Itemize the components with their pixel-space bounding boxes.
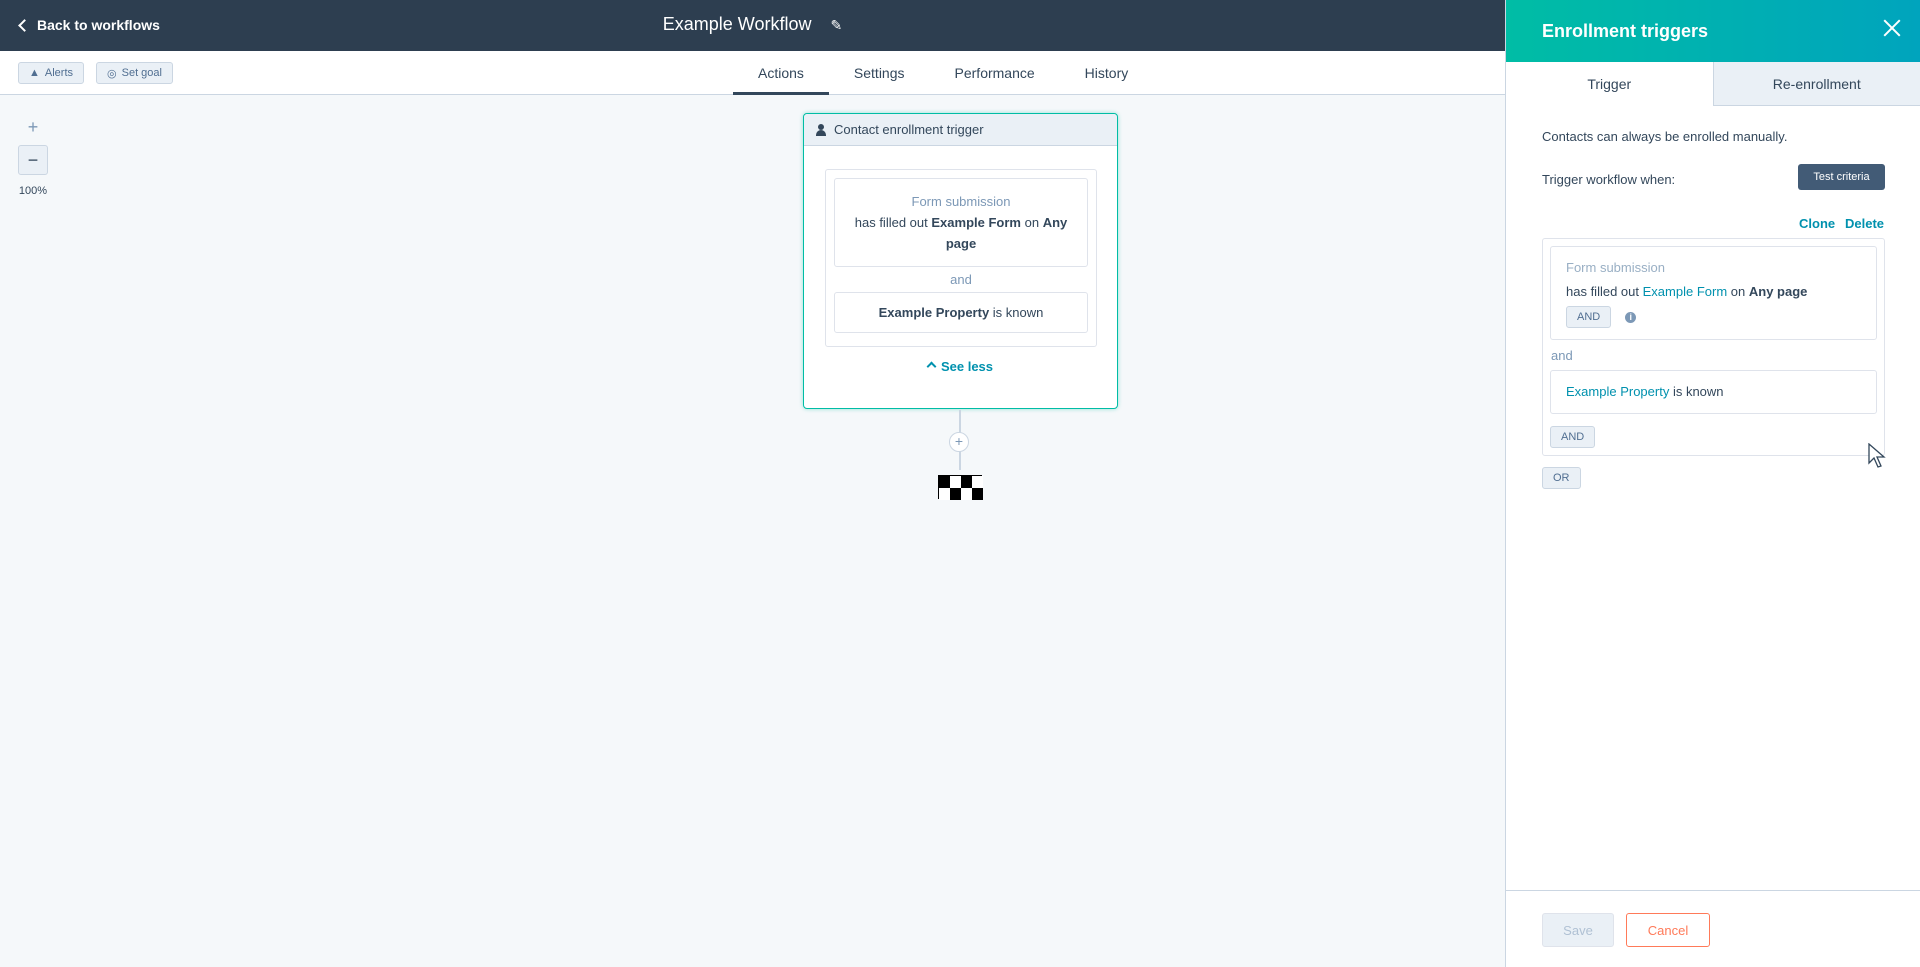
filter-property[interactable]: Example Property is known (1550, 370, 1877, 414)
condition-text: has filled out Example Form on Any page (843, 212, 1079, 254)
filter-form-link[interactable]: Example Form (1643, 284, 1728, 299)
filter-group: Form submission has filled out Example F… (1542, 238, 1885, 456)
tab-actions[interactable]: Actions (733, 51, 829, 95)
filter-form-submission[interactable]: Form submission has filled out Example F… (1550, 246, 1877, 340)
condition-type: Form submission (911, 194, 1011, 209)
sub-bar: ▲ Alerts ◎ Set goal Actions Settings Per… (0, 51, 1505, 95)
enrollment-trigger-card[interactable]: Contact enrollment trigger Form submissi… (803, 113, 1118, 409)
group-and-button[interactable]: AND (1550, 426, 1596, 448)
close-icon[interactable] (1882, 18, 1902, 38)
set-goal-label: Set goal (121, 67, 162, 79)
condition-form-submission: Form submission has filled out Example F… (834, 178, 1088, 267)
filter-and-row: AND i (1566, 306, 1861, 328)
tab-history[interactable]: History (1060, 51, 1154, 95)
mouse-cursor-icon (1868, 443, 1886, 468)
condition-property: Example Property is known (834, 292, 1088, 333)
tab-trigger[interactable]: Trigger (1506, 62, 1713, 106)
clone-link[interactable]: Clone (1799, 216, 1835, 231)
tab-re-enrollment[interactable]: Re-enrollment (1712, 62, 1920, 106)
alerts-button[interactable]: ▲ Alerts (18, 62, 85, 84)
filter-prefix: has filled out (1566, 284, 1639, 299)
warning-icon: ▲ (29, 67, 40, 79)
zoom-controls: + − 100% (18, 113, 48, 197)
condition-prefix: has filled out (854, 215, 928, 230)
set-goal-button[interactable]: ◎ Set goal (96, 62, 173, 84)
workflow-title: Example Workflow ✎ (0, 14, 1505, 35)
tab-performance[interactable]: Performance (930, 51, 1060, 95)
condition-property-name: Example Property (878, 305, 990, 320)
filter-property-link[interactable]: Example Property (1566, 384, 1669, 399)
zoom-in-button[interactable]: + (18, 113, 48, 143)
zoom-out-button[interactable]: − (18, 145, 48, 175)
panel-tabs: Trigger Re-enrollment (1506, 62, 1920, 106)
condition-on: on (1024, 215, 1040, 230)
zoom-level: 100% (18, 185, 48, 197)
trigger-when-label: Trigger workflow when: (1542, 172, 1676, 187)
delete-link[interactable]: Delete (1845, 216, 1884, 231)
panel-title: Enrollment triggers (1542, 21, 1709, 41)
chevron-up-icon (926, 361, 937, 372)
see-less-label: See less (940, 359, 994, 374)
filter-text: has filled out Example Form on Any page (1566, 284, 1861, 299)
person-icon (816, 123, 826, 136)
filter-and-button[interactable]: AND (1566, 306, 1612, 328)
group-and-separator: and (1551, 348, 1573, 363)
workflow-tabs: Actions Settings Performance History (733, 51, 1153, 95)
condition-property-suffix: is known (992, 305, 1044, 320)
test-criteria-button[interactable]: Test criteria (1798, 164, 1885, 190)
card-header: Contact enrollment trigger (804, 114, 1117, 146)
pencil-icon[interactable]: ✎ (831, 17, 843, 34)
condition-form: Example Form (931, 215, 1021, 230)
cancel-button[interactable]: Cancel (1626, 913, 1710, 947)
enrollment-triggers-panel: Enrollment triggers Trigger Re-enrollmen… (1505, 0, 1920, 967)
workflow-title-text: Example Workflow (662, 14, 812, 34)
filter-type: Form submission (1566, 260, 1665, 275)
add-action-button[interactable]: + (949, 432, 969, 452)
tab-settings[interactable]: Settings (829, 51, 930, 95)
filter-on: on (1730, 284, 1746, 299)
panel-header: Enrollment triggers (1506, 0, 1920, 62)
alerts-label: Alerts (44, 67, 74, 79)
filter-property-suffix: is known (1672, 384, 1724, 399)
card-conditions: Form submission has filled out Example F… (825, 169, 1097, 347)
save-button[interactable]: Save (1542, 913, 1614, 947)
target-icon: ◎ (107, 67, 117, 80)
panel-footer: Save Cancel (1506, 890, 1920, 967)
top-bar: Back to workflows Example Workflow ✎ (0, 0, 1505, 51)
finish-flag-icon (938, 475, 983, 500)
or-button[interactable]: OR (1542, 467, 1581, 489)
manual-enrollment-note: Contacts can always be enrolled manually… (1542, 129, 1788, 144)
info-icon[interactable]: i (1625, 311, 1637, 323)
see-less-link[interactable]: See less (804, 359, 1117, 374)
card-header-label: Contact enrollment trigger (834, 122, 984, 137)
filter-page: Any page (1748, 284, 1808, 299)
and-separator: and (950, 272, 972, 287)
